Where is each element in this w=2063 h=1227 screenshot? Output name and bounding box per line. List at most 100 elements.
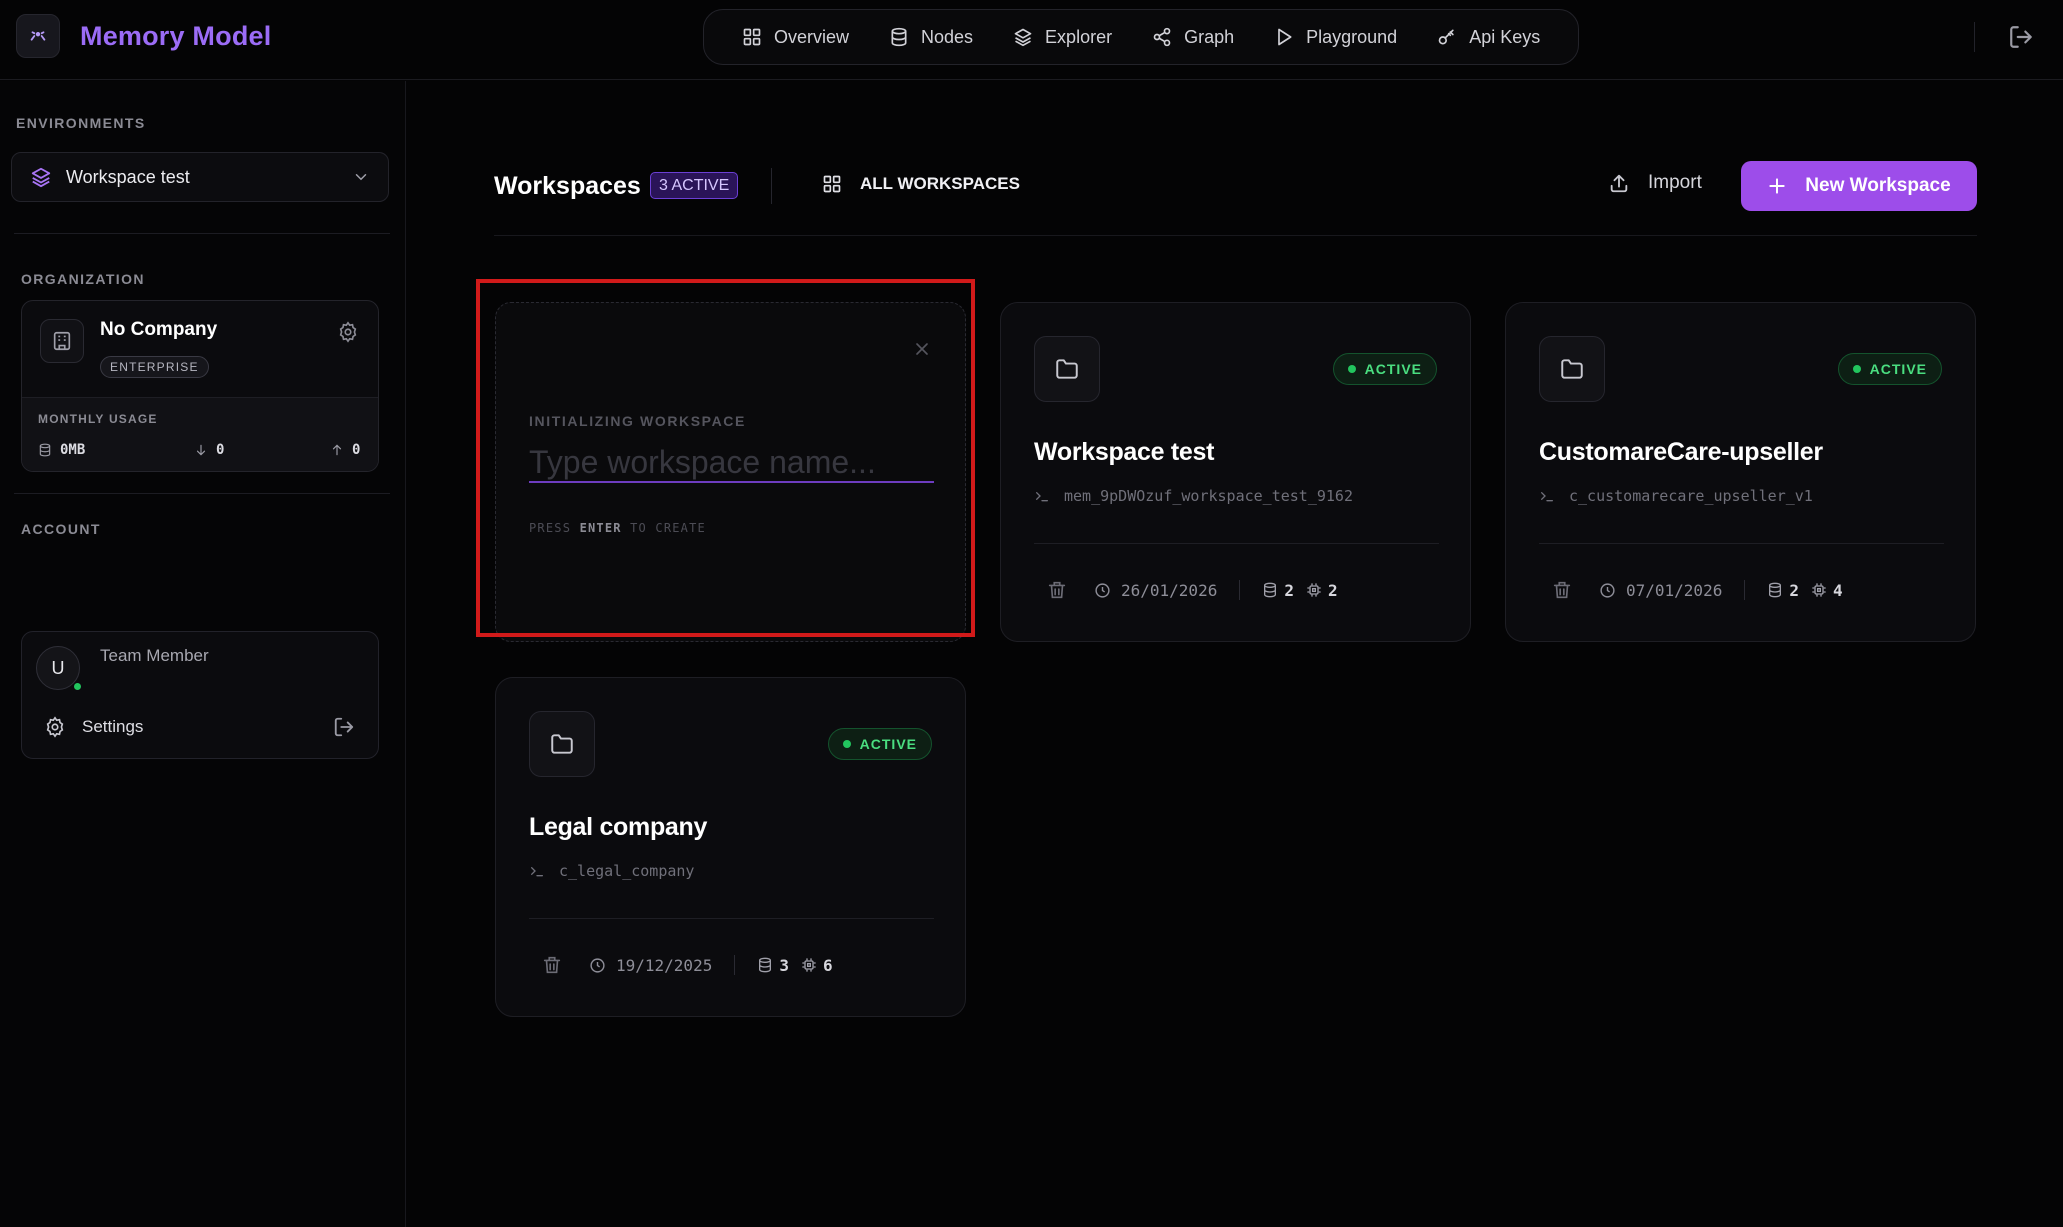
- usage-down: 0: [194, 442, 224, 458]
- all-workspaces-filter[interactable]: ALL WORKSPACES: [822, 174, 1020, 194]
- organization-label: ORGANIZATION: [21, 271, 145, 287]
- workspace-card[interactable]: ACTIVE CustomareCare-upseller c_customar…: [1505, 302, 1976, 642]
- workspace-name: CustomareCare-upseller: [1539, 438, 1823, 466]
- node-count: 3: [757, 956, 789, 975]
- nav-nodes[interactable]: Nodes: [869, 15, 993, 59]
- org-plan-badge: ENTERPRISE: [100, 356, 209, 378]
- nav-label: Playground: [1306, 26, 1398, 47]
- trash-icon[interactable]: [1551, 579, 1573, 601]
- processor-count: 6: [801, 956, 833, 975]
- processor-count: 2: [1306, 581, 1338, 600]
- member-name: Team Member: [100, 646, 209, 665]
- nav-api-keys[interactable]: Api Keys: [1417, 15, 1560, 59]
- cpu-icon: [1812, 583, 1826, 597]
- folder-icon: [529, 711, 595, 777]
- brand[interactable]: Memory Model: [16, 14, 271, 58]
- database-icon: [39, 443, 51, 457]
- nav-graph[interactable]: Graph: [1132, 15, 1254, 59]
- workspace-id-value: c_customarecare_upseller_v1: [1569, 487, 1813, 505]
- upload-icon: [1610, 174, 1628, 193]
- status-label: ACTIVE: [1364, 361, 1422, 377]
- top-bar: Memory Model Overview Nodes Explorer Gra…: [0, 0, 2063, 80]
- card-footer: 07/01/2026 2 4: [1551, 579, 1855, 601]
- header-divider: [494, 235, 1977, 236]
- workspace-id-value: mem_9pDWOzuf_workspace_test_9162: [1064, 487, 1353, 505]
- folder-icon: [1034, 336, 1100, 402]
- date-value: 19/12/2025: [616, 955, 713, 975]
- highlight-box: [476, 279, 975, 637]
- workspace-id: c_customarecare_upseller_v1: [1539, 487, 1813, 505]
- terminal-icon: [531, 867, 543, 877]
- card-divider: [529, 918, 934, 919]
- stat-value: 4: [1832, 580, 1843, 600]
- processor-count: 4: [1811, 581, 1843, 600]
- status-label: ACTIVE: [1869, 361, 1927, 377]
- all-workspaces-label: ALL WORKSPACES: [860, 174, 1020, 193]
- nav-playground[interactable]: Playground: [1254, 15, 1417, 59]
- footer-separator: [1744, 580, 1746, 600]
- stat-value: 2: [1327, 580, 1338, 600]
- folder-icon: [1539, 336, 1605, 402]
- stat-value: 3: [779, 955, 789, 975]
- page-title: Workspaces: [494, 172, 641, 200]
- database-icon: [759, 957, 772, 973]
- database-icon: [891, 27, 907, 47]
- grid-icon: [823, 175, 841, 193]
- chevron-down-icon: [355, 174, 367, 181]
- gear-icon[interactable]: [337, 321, 359, 343]
- terminal-icon: [1036, 492, 1048, 502]
- footer-separator: [734, 955, 736, 975]
- sidebar-divider: [14, 233, 390, 234]
- settings-link[interactable]: Settings: [44, 716, 143, 738]
- cpu-icon: [802, 958, 816, 972]
- layers-icon: [31, 167, 51, 188]
- nav-explorer[interactable]: Explorer: [993, 15, 1132, 59]
- environments-label: ENVIRONMENTS: [16, 115, 146, 131]
- database-icon: [1769, 582, 1782, 598]
- nav-label: Explorer: [1045, 26, 1113, 47]
- logout-icon[interactable]: [333, 716, 355, 738]
- date-value: 26/01/2026: [1121, 580, 1218, 600]
- plus-icon: [1769, 178, 1785, 194]
- import-button[interactable]: Import: [1608, 172, 1702, 194]
- arrow-up-icon: [332, 444, 342, 456]
- play-icon: [1278, 28, 1292, 46]
- status-badge: ACTIVE: [1837, 353, 1942, 385]
- trash-icon[interactable]: [541, 954, 563, 976]
- online-status-dot: [73, 682, 82, 691]
- footer-separator: [1239, 580, 1241, 600]
- status-badge: ACTIVE: [827, 728, 932, 760]
- workspace-card[interactable]: ACTIVE Legal company c_legal_company 19/…: [495, 677, 966, 1017]
- nav-overview[interactable]: Overview: [722, 15, 869, 59]
- workspace-name: Legal company: [529, 813, 708, 841]
- logout-icon[interactable]: [2008, 24, 2034, 50]
- cpu-icon: [1307, 583, 1321, 597]
- status-dot: [842, 740, 851, 748]
- stat-value: 2: [1284, 580, 1294, 600]
- nav-label: Overview: [774, 26, 850, 47]
- workspace-id: c_legal_company: [529, 862, 694, 880]
- usage-label: MONTHLY USAGE: [38, 412, 158, 426]
- workspace-id-value: c_legal_company: [559, 862, 695, 880]
- database-icon: [1264, 582, 1277, 598]
- organization-card: No Company ENTERPRISE MONTHLY USAGE 0MB …: [21, 300, 379, 472]
- status-dot: [1347, 365, 1356, 373]
- card-footer: 26/01/2026 2 2: [1046, 579, 1350, 601]
- nav-label: Nodes: [921, 26, 974, 47]
- monthly-usage: MONTHLY USAGE 0MB 0 0: [22, 397, 378, 471]
- share-icon: [1153, 27, 1171, 47]
- sidebar-divider: [14, 493, 390, 494]
- usage-up-value: 0: [352, 442, 361, 458]
- new-workspace-button[interactable]: New Workspace: [1741, 161, 1977, 211]
- account-card: U Team Member Settings: [21, 631, 379, 759]
- key-icon: [1438, 29, 1454, 45]
- trash-icon[interactable]: [1046, 579, 1068, 601]
- card-divider: [1539, 543, 1944, 544]
- stat-value: 2: [1789, 580, 1799, 600]
- environment-select[interactable]: Workspace test: [11, 152, 389, 202]
- workspace-id: mem_9pDWOzuf_workspace_test_9162: [1034, 487, 1353, 505]
- node-count: 2: [1262, 581, 1294, 600]
- workspace-card[interactable]: ACTIVE Workspace test mem_9pDWOzuf_works…: [1000, 302, 1471, 642]
- new-workspace-label: New Workspace: [1805, 175, 1951, 196]
- status-dot: [1852, 365, 1861, 373]
